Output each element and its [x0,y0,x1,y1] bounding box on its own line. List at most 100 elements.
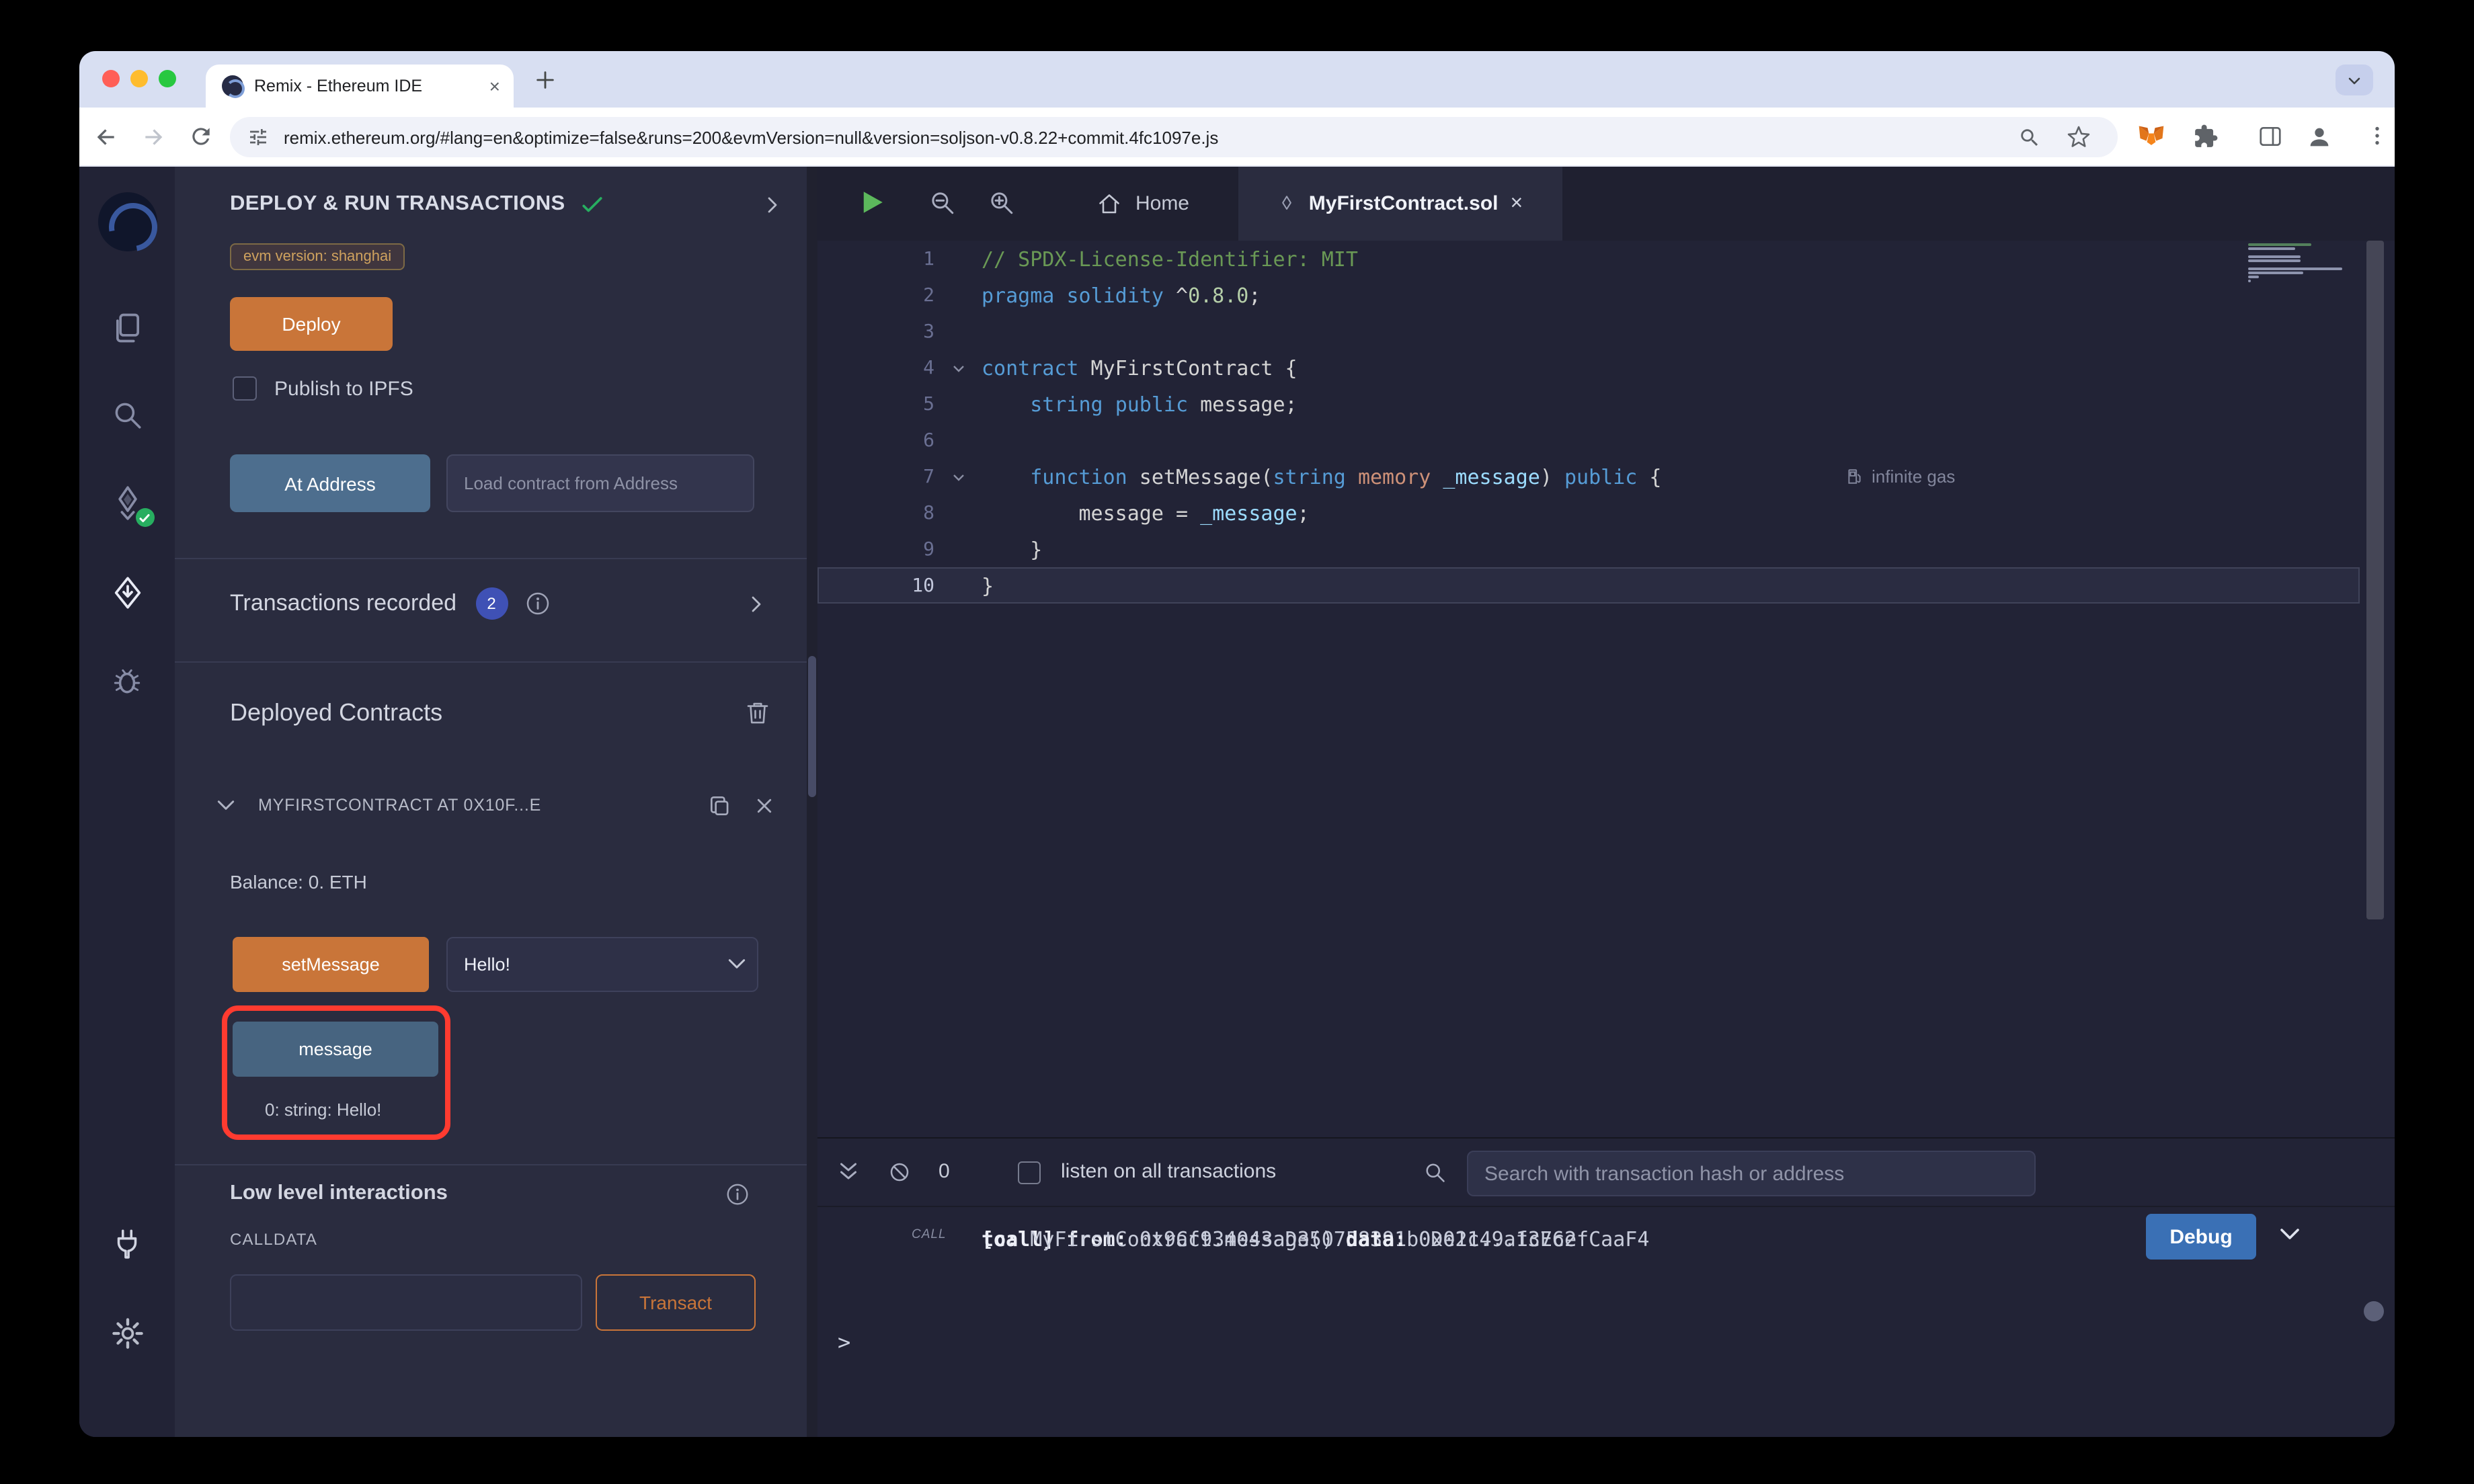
code-line-5[interactable]: 5 string public message; [817,386,2360,422]
transactions-count-badge: 2 [475,587,508,620]
tab-myfirstcontract-sol[interactable]: MyFirstContract.sol × [1238,167,1562,241]
deployed-contracts-header: Deployed Contracts [230,690,772,735]
panel-scrollbar-thumb[interactable] [808,656,816,797]
browser-tabstrip: Remix - Ethereum IDE × [79,51,2395,108]
info-icon[interactable] [524,590,551,617]
low-level-header: Low level interactions [230,1173,750,1214]
message-result: 0: string: Hello! [265,1100,381,1120]
new-tab-button[interactable] [534,69,557,91]
tab-home[interactable]: Home [1049,167,1238,241]
code-line-7[interactable]: 7 function setMessage(string memory _mes… [817,458,2360,495]
code-lines: 1// SPDX-License-Identifier: MIT2pragma … [817,241,2360,604]
divider [175,558,807,559]
panel-scrollbar[interactable] [807,167,817,1437]
remix-favicon-icon [222,75,243,97]
low-level-info-icon[interactable] [725,1181,750,1206]
code-line-4[interactable]: 4contract MyFirstContract { [817,349,2360,386]
editor-scrollbar-thumb[interactable] [2366,241,2384,919]
site-settings-icon[interactable] [247,126,269,148]
fold-chevron-icon[interactable] [941,468,976,485]
deployed-contract-item[interactable]: MYFIRSTCONTRACT AT 0X10F...E [215,782,774,828]
zoom-in-icon[interactable] [987,188,1015,216]
search-icon[interactable] [79,398,175,431]
contract-header-label: MYFIRSTCONTRACT AT 0X10F...E [258,796,686,815]
setmessage-expand-chevron-icon[interactable] [726,953,748,975]
at-address-button[interactable]: At Address [230,454,430,512]
code-line-9[interactable]: 9 } [817,531,2360,567]
minimize-window-button[interactable] [130,70,148,87]
expand-log-chevron-icon[interactable] [2278,1222,2302,1246]
clear-console-icon[interactable] [887,1160,912,1184]
calldata-input[interactable] [230,1274,582,1331]
code-line-10[interactable]: 10} [817,567,2360,604]
pending-transactions-count: 0 [939,1160,950,1183]
terminal-prompt[interactable]: > [838,1329,850,1355]
solidity-compiler-icon[interactable] [79,485,175,520]
browser-menu-dots-icon[interactable] [2365,124,2389,148]
fullscreen-window-button[interactable] [159,70,176,87]
screen: Remix - Ethereum IDE × [0,0,2474,1484]
extensions-puzzle-icon[interactable] [2193,124,2219,149]
profile-avatar-icon[interactable] [2306,124,2333,151]
setmessage-button[interactable]: setMessage [233,937,429,992]
browser-tab[interactable]: Remix - Ethereum IDE × [206,65,514,108]
side-panel-icon[interactable] [2258,124,2283,149]
collapse-terminal-icon[interactable] [836,1160,861,1184]
contract-expand-chevron-icon[interactable] [215,794,237,816]
code-line-2[interactable]: 2pragma solidity ^0.8.0; [817,277,2360,313]
copy-address-icon[interactable] [707,792,733,818]
message-button[interactable]: message [233,1022,438,1077]
fold-chevron-icon[interactable] [941,360,976,376]
url-text: remix.ethereum.org/#lang=en&optimize=fal… [284,128,1218,148]
panel-header: DEPLOY & RUN TRANSACTIONS [230,184,783,224]
close-file-tab-icon[interactable]: × [1511,193,1523,214]
forward-button[interactable] [140,124,167,151]
clear-deployed-trash-icon[interactable] [744,698,772,727]
file-explorer-icon[interactable] [79,311,175,345]
remove-contract-icon[interactable] [754,795,774,815]
home-icon [1098,192,1122,216]
transactions-recorded-row: Transactions recorded 2 [230,583,766,624]
metamask-extension-icon[interactable] [2137,122,2166,152]
code-line-1[interactable]: 1// SPDX-License-Identifier: MIT [817,241,2360,277]
address-bar[interactable]: remix.ethereum.org/#lang=en&optimize=fal… [230,117,2118,157]
code-line-6[interactable]: 6 [817,422,2360,458]
deploy-run-icon[interactable] [79,575,175,610]
setmessage-input[interactable] [446,937,758,992]
plugin-manager-icon[interactable] [79,1227,175,1261]
success-check-icon [582,193,604,216]
settings-gear-icon[interactable] [79,1316,175,1351]
panel-title: DEPLOY & RUN TRANSACTIONS [230,192,565,216]
panel-collapse-chevron-icon[interactable] [762,194,783,214]
run-script-play-icon[interactable] [858,188,886,216]
back-button[interactable] [93,124,120,151]
tab-search-button[interactable] [2336,65,2373,95]
publish-ipfs-checkbox[interactable] [233,376,257,401]
code-editor[interactable]: 1// SPDX-License-Identifier: MIT2pragma … [817,241,2395,1137]
compile-success-badge-icon [135,508,154,527]
debugger-icon[interactable] [79,664,175,698]
listen-transactions-checkbox[interactable] [1018,1161,1041,1184]
zoom-out-icon[interactable] [928,188,956,216]
at-address-input[interactable] [446,454,754,512]
bookmark-star-icon[interactable] [2067,125,2091,149]
terminal-search-icon [1423,1160,1447,1184]
tab-close-icon[interactable]: × [489,77,500,95]
debug-button[interactable]: Debug [2146,1214,2256,1260]
remix-app: DEPLOY & RUN TRANSACTIONS evm version: s… [79,167,2395,1437]
code-line-8[interactable]: 8 message = _message; [817,495,2360,531]
reload-button[interactable] [188,124,214,149]
close-window-button[interactable] [102,70,120,87]
transact-button[interactable]: Transact [596,1274,756,1331]
scroll-indicator-dot[interactable] [2364,1301,2384,1321]
code-line-3[interactable]: 3 [817,313,2360,349]
transactions-expand-chevron-icon[interactable] [746,593,766,614]
zoom-page-icon[interactable] [2018,126,2041,149]
divider [175,661,807,663]
file-tab-label: MyFirstContract.sol [1309,192,1499,215]
minimap[interactable] [2248,243,2356,284]
evm-version-badge: evm version: shanghai [230,243,405,270]
remix-logo[interactable] [79,192,175,251]
deploy-button[interactable]: Deploy [230,297,393,351]
terminal-search-input[interactable] [1467,1151,2036,1196]
